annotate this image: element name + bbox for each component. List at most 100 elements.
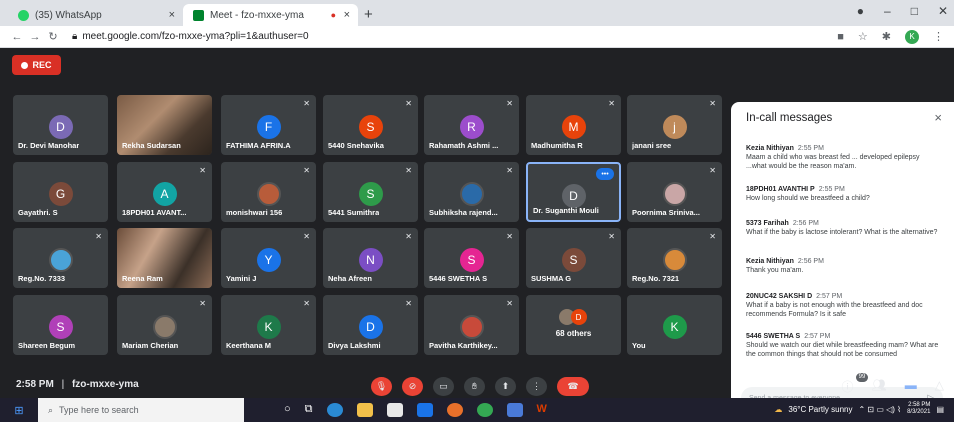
message-text: Thank you ma'am. [746, 267, 804, 274]
participant-tile[interactable]: Rekha Sudarsan [117, 95, 212, 155]
close-tab-icon[interactable]: × [344, 9, 350, 21]
camera-off-button[interactable]: ⊘ [402, 377, 423, 396]
profile-menu-icon[interactable]: ● [857, 4, 864, 18]
tab-label: Meet - fzo-mxxe-yma [210, 9, 304, 21]
participant-tile[interactable]: Pavitha Karthikey... ✕ [424, 295, 519, 355]
minimize-icon[interactable]: – [884, 4, 891, 18]
message-text: What if the baby is lactose intolerant? … [746, 229, 938, 236]
captions-button[interactable]: ▭ [433, 377, 454, 396]
participant-photo [459, 315, 484, 339]
participant-tile[interactable]: Reena Ram [117, 228, 212, 288]
participant-tile[interactable]: S 5441 Sumithra ✕ [323, 162, 418, 222]
taskbar-apps: ○ ⧉ W [284, 403, 547, 417]
participant-tile[interactable]: Subhiksha rajend... ✕ [424, 162, 519, 222]
firefox-icon[interactable] [446, 403, 463, 417]
participant-tile[interactable]: D Divya Lakshmi ✕ [323, 295, 418, 355]
participant-tile[interactable]: F FATHIMA AFRIN.A ✕ [221, 95, 316, 155]
message-time: 2:57 PM [816, 293, 843, 300]
participant-tile[interactable]: N Neha Afreen ✕ [323, 228, 418, 288]
chrome-icon[interactable] [476, 403, 493, 417]
participant-tile[interactable]: Poornima Sriniva... ✕ [627, 162, 722, 222]
back-icon[interactable]: ← [8, 31, 26, 43]
mic-muted-icon: ✕ [506, 299, 513, 308]
close-panel-button[interactable]: × [934, 110, 942, 125]
participant-name: Rahamath Ashmi ... [429, 141, 499, 150]
participant-tile[interactable]: K You [627, 295, 722, 355]
mic-muted-icon: ✕ [199, 166, 206, 175]
new-tab-button[interactable]: + [364, 6, 373, 23]
participant-photo [662, 248, 687, 272]
participant-tile[interactable]: Reg.No. 7333 ✕ [13, 228, 108, 288]
menu-kebab-icon[interactable]: ⋮ [933, 30, 944, 43]
participant-tile[interactable]: S SUSHMA G ✕ [526, 228, 621, 288]
more-options-button[interactable]: ⋮ [526, 377, 547, 396]
participant-tile[interactable]: K Keerthana M ✕ [221, 295, 316, 355]
file-explorer-icon[interactable] [356, 403, 373, 417]
close-tab-icon[interactable]: × [169, 9, 175, 21]
camera-icon[interactable]: ■ [837, 31, 844, 43]
message-time: 2:57 PM [804, 333, 831, 340]
participant-avatar: R [459, 115, 484, 139]
participant-name: monishwari 156 [226, 208, 283, 217]
raise-hand-button[interactable]: ✋︎ [464, 377, 485, 396]
mic-muted-icon: ✕ [95, 232, 102, 241]
notifications-icon[interactable]: ▤ [936, 405, 944, 414]
windows-start-icon[interactable]: ⊞ [8, 404, 30, 417]
participant-tile[interactable]: monishwari 156 ✕ [221, 162, 316, 222]
participant-name: Pavitha Karthikey... [429, 341, 498, 350]
participant-tile[interactable]: j janani sree ✕ [627, 95, 722, 155]
close-window-icon[interactable]: ✕ [938, 4, 948, 18]
participant-tile[interactable]: A 18PDH01 AVANT... ✕ [117, 162, 212, 222]
profile-avatar[interactable]: K [905, 29, 919, 44]
remote-app-icon[interactable] [506, 403, 523, 417]
task-view-icon[interactable]: ⧉ [305, 403, 313, 417]
message-time: 2:55 PM [797, 145, 824, 152]
tray-clock[interactable]: 2:58 PM 8/3/2021 [907, 402, 930, 416]
participant-tile[interactable]: G Gayathri. S [13, 162, 108, 222]
participant-tile[interactable]: Mariam Cherian ✕ [117, 295, 212, 355]
message-sender: 5446 SWETHA S [746, 333, 801, 340]
participant-tile[interactable]: Y Yamini J ✕ [221, 228, 316, 288]
participant-name: FATHIMA AFRIN.A [226, 141, 291, 150]
cortana-icon[interactable]: ○ [284, 403, 291, 417]
people-icon[interactable]: 👥︎ [872, 378, 887, 395]
activities-icon[interactable]: △ [935, 378, 944, 395]
participant-name: 5440 Snehavika [328, 141, 384, 150]
mail-icon[interactable] [416, 403, 433, 417]
participant-name: Neha Afreen [328, 274, 372, 283]
reload-icon[interactable]: ↻ [44, 30, 62, 43]
forward-icon[interactable]: → [26, 31, 44, 43]
participant-tile[interactable]: D 68 others [526, 295, 621, 355]
participant-tile[interactable]: S Shareen Begum [13, 295, 108, 355]
tray-icons[interactable]: ⌃ ⊡ ▭ ◁) ⌇ [859, 405, 902, 414]
tab-meet[interactable]: Meet - fzo-mxxe-yma ● × [183, 4, 358, 26]
store-icon[interactable] [386, 403, 403, 417]
participant-tile[interactable]: R Rahamath Ashmi ... ✕ [424, 95, 519, 155]
mic-off-button[interactable]: 🎙︎ [371, 377, 392, 396]
windows-taskbar: ⊞ ⌕ Type here to search ○ ⧉ W ☁︎ 36°C Pa… [0, 398, 954, 422]
participant-name: Divya Lakshmi [328, 341, 381, 350]
edge-icon[interactable] [326, 403, 343, 417]
participant-tile[interactable]: D Dr. Suganthi Mouli ••• [526, 162, 621, 222]
office-icon[interactable]: W [537, 403, 547, 417]
participant-tile[interactable]: M Madhumitha R ✕ [526, 95, 621, 155]
participant-tile[interactable]: S 5440 Snehavika ✕ [323, 95, 418, 155]
weather-text[interactable]: 36°C Partly sunny [788, 405, 852, 414]
chat-icon[interactable]: ▬ [905, 378, 917, 395]
hand-icon: ✋︎ [471, 381, 478, 391]
participant-tile[interactable]: S 5446 SWETHA S ✕ [424, 228, 519, 288]
taskbar-search[interactable]: ⌕ Type here to search [38, 398, 244, 422]
maximize-icon[interactable]: □ [911, 4, 918, 18]
recording-indicator-icon: ● [330, 10, 336, 20]
participant-photo [256, 182, 281, 206]
leave-call-button[interactable]: ☎︎ [557, 377, 589, 396]
url-field[interactable]: 🔒︎ meet.google.com/fzo-mxxe-yma?pli=1&au… [72, 31, 309, 42]
participant-tile[interactable]: Reg.No. 7321 ✕ [627, 228, 722, 288]
present-button[interactable]: ⬆ [495, 377, 516, 396]
participant-name: Yamini J [226, 274, 257, 283]
info-icon[interactable]: ⓘ [842, 378, 854, 395]
tab-whatsapp[interactable]: (35) WhatsApp × [8, 4, 183, 26]
bookmark-star-icon[interactable]: ☆ [858, 30, 868, 43]
extensions-icon[interactable]: ✱ [882, 30, 891, 43]
participant-tile[interactable]: D Dr. Devi Manohar [13, 95, 108, 155]
